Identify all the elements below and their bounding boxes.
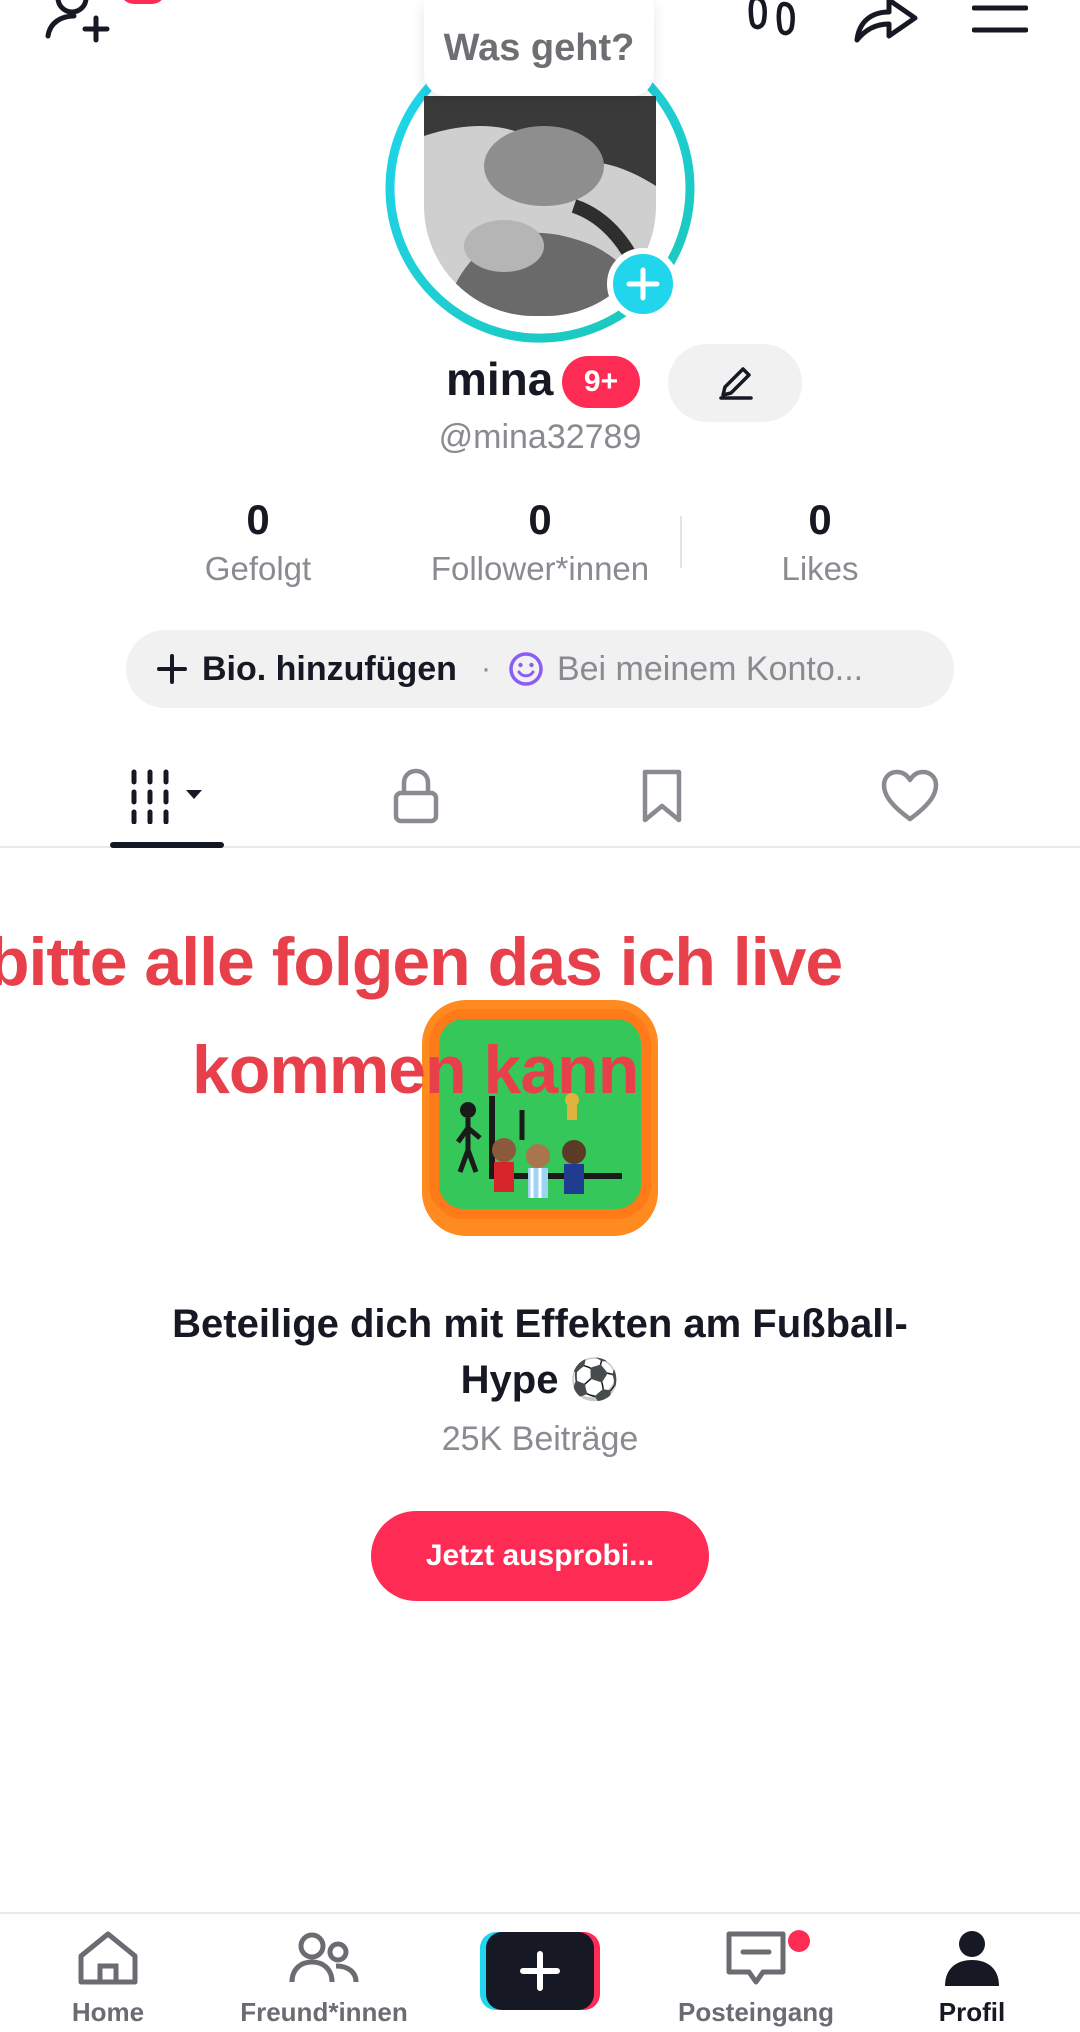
profile-name-row: mina 9+ (0, 344, 1080, 422)
bookmark-icon (642, 769, 682, 823)
caption-line-1: bitte alle folgen das ich live (0, 924, 843, 1000)
caption-line-2: kommen kann (192, 1032, 639, 1108)
share-icon (854, 0, 918, 43)
active-tab-indicator (110, 842, 224, 848)
profile-name: mina (446, 353, 554, 405)
stat-following[interactable]: 0 Gefolgt (128, 496, 388, 588)
share-button[interactable] (850, 0, 922, 48)
footprints-icon (748, 0, 795, 36)
add-bio-button[interactable]: Bio. hinzufügen (156, 650, 457, 689)
notification-badge (120, 0, 166, 4)
tab-private[interactable] (336, 746, 496, 846)
profile-views-button[interactable] (744, 0, 804, 48)
plus-icon (626, 267, 660, 301)
bio-pill: Bio. hinzufügen · Bei meinem Konto... (126, 630, 954, 708)
nav-home-label: Home (71, 1997, 145, 2027)
bottom-navigation: Home Freund*innen Posteingang Profil (0, 1912, 1080, 2032)
nav-friends-label: Freund*innen (240, 1997, 408, 2027)
bio-separator: · (480, 652, 491, 685)
stat-followers-label: Follower*innen (430, 550, 650, 587)
add-story-button[interactable] (607, 248, 679, 320)
profile-icon (945, 1931, 999, 1986)
lock-icon (393, 768, 439, 824)
stat-likes[interactable]: 0 Likes (690, 496, 950, 588)
account-status-label: Bei meinem Konto... (556, 649, 864, 688)
stat-followers-value: 0 (528, 496, 552, 543)
status-bubble[interactable]: Was geht? (424, 0, 654, 96)
inbox-notification-dot (788, 1930, 810, 1952)
profile-handle: @mina32789 (438, 418, 642, 456)
nav-profile-label: Profil (938, 1997, 1006, 2027)
home-icon (78, 1931, 138, 1985)
stat-likes-label: Likes (781, 550, 859, 587)
nav-inbox-label: Posteingang (677, 1997, 834, 2027)
create-icon (480, 1932, 600, 2010)
profile-tabs (0, 746, 1080, 848)
inbox-icon (726, 1931, 786, 1985)
promo-title: Beteilige dich mit Effekten am Fußball-H… (172, 1302, 908, 1402)
tab-saved[interactable] (582, 746, 742, 846)
add-friend-button[interactable] (40, 0, 166, 50)
nav-friends[interactable]: Freund*innen (224, 1928, 424, 2028)
add-bio-label: Bio. hinzufügen (202, 649, 457, 688)
nav-home[interactable]: Home (8, 1928, 208, 2028)
stat-followers[interactable]: 0 Follower*innen (410, 496, 670, 588)
nav-inbox[interactable]: Posteingang (656, 1928, 856, 2028)
plus-icon (157, 654, 187, 684)
stat-following-value: 0 (246, 496, 270, 543)
account-status-button[interactable]: Bei meinem Konto... (507, 650, 863, 689)
create-button[interactable] (480, 1932, 600, 2012)
stat-divider (680, 516, 682, 568)
tab-liked[interactable] (830, 746, 990, 846)
video-grid-icon (131, 769, 202, 824)
add-friend-icon (45, 0, 110, 43)
try-now-button[interactable]: Jetzt ausprobi... (371, 1511, 709, 1601)
friends-icon (289, 1932, 359, 1983)
smiley-icon (509, 652, 543, 686)
status-bubble-text: Was geht? (443, 26, 635, 69)
name-badge: 9+ (562, 356, 640, 408)
promo-post-count: 25K Beiträge (441, 1420, 639, 1458)
tab-videos[interactable] (88, 746, 248, 846)
menu-button[interactable] (970, 0, 1030, 40)
nav-profile[interactable]: Profil (872, 1928, 1072, 2028)
stat-following-label: Gefolgt (204, 550, 312, 587)
edit-profile-button[interactable] (668, 344, 802, 422)
stat-likes-value: 0 (808, 496, 832, 543)
hamburger-menu-icon (972, 5, 1028, 33)
pencil-icon (719, 367, 753, 400)
heart-icon (881, 769, 939, 822)
